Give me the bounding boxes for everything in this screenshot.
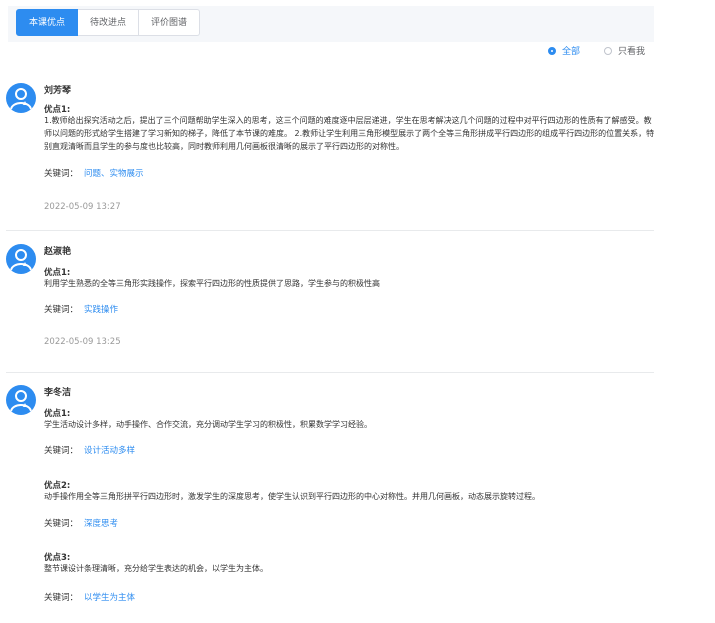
- keywords-value[interactable]: 实践操作: [84, 305, 118, 315]
- comment-timestamp: 2022-05-09 13:27: [44, 202, 121, 212]
- user-avatar-icon: [6, 244, 36, 274]
- user-avatar-icon: [6, 83, 36, 113]
- commenter-name: 赵淑艳: [44, 247, 72, 257]
- keywords-label: 关键词：: [44, 519, 79, 529]
- tab-improvements[interactable]: 待改进点: [78, 9, 140, 36]
- keywords-label: 关键词：: [44, 169, 79, 179]
- keywords-row: 关键词： 问题、实物展示: [44, 167, 144, 179]
- keywords-value[interactable]: 以学生为主体: [84, 593, 135, 603]
- filter-mine-radio[interactable]: 只看我: [603, 44, 645, 57]
- keywords-label: 关键词：: [44, 593, 79, 603]
- keywords-label: 关键词：: [44, 446, 79, 456]
- tab-group: 本课优点 待改进点 评价图谱: [16, 9, 201, 36]
- keywords-value[interactable]: 深度思考: [84, 519, 118, 529]
- keywords-value[interactable]: 问题、实物展示: [84, 169, 144, 179]
- divider: [6, 372, 654, 373]
- tab-evaluation-map[interactable]: 评价图谱: [139, 9, 201, 36]
- commenter-name: 李冬洁: [44, 388, 72, 398]
- keywords-label: 关键词：: [44, 305, 79, 315]
- filter-all-radio[interactable]: 全部: [547, 44, 580, 57]
- user-avatar-icon: [6, 385, 36, 415]
- filter-mine-label: 只看我: [617, 47, 645, 57]
- keywords-row: 关键词： 实践操作: [44, 303, 118, 315]
- tab-bar: 本课优点 待改进点 评价图谱: [8, 6, 654, 42]
- keywords-row: 关键词： 以学生为主体: [44, 591, 135, 603]
- keywords-row: 关键词： 深度思考: [44, 517, 118, 529]
- filter-all-label: 全部: [561, 47, 580, 57]
- divider: [6, 230, 654, 231]
- point-text: 动手操作用全等三角形拼平行四边形时，激发学生的深度思考，使学生认识到平行四边形的…: [44, 492, 540, 501]
- commenter-name: 刘芳琴: [44, 86, 72, 96]
- tab-strengths[interactable]: 本课优点: [16, 9, 79, 36]
- point-text: 学生活动设计多样，动手操作、合作交流，充分调动学生学习的积极性，积累数学学习经验…: [44, 420, 372, 429]
- radio-dot-icon: [603, 46, 612, 55]
- point-text: 整节课设计条理清晰，充分给学生表达的机会，以学生为主体。: [44, 564, 268, 573]
- comment-timestamp: 2022-05-09 13:25: [44, 337, 121, 347]
- point-text: 1.教师给出探究活动之后，提出了三个问题帮助学生深入的思考，这三个问题的难度逐中…: [44, 116, 655, 151]
- keywords-value[interactable]: 设计活动多样: [84, 446, 135, 456]
- point-text: 利用学生熟悉的全等三角形实践操作，探索平行四边形的性质提供了思路，学生参与的积极…: [44, 279, 380, 288]
- radio-dot-icon: [547, 46, 556, 55]
- keywords-row: 关键词： 设计活动多样: [44, 444, 135, 456]
- view-filter: 全部 只看我: [547, 44, 645, 57]
